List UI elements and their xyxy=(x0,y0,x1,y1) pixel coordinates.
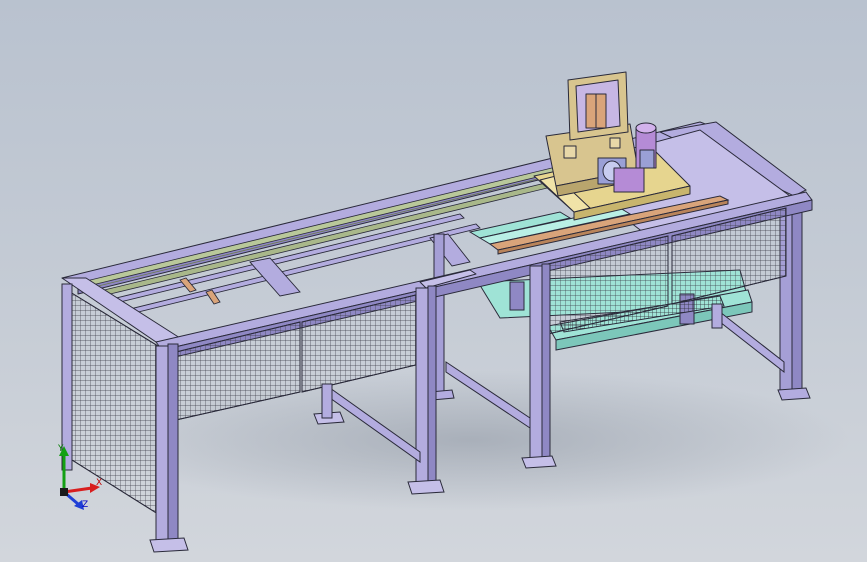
axis-z-label: Z xyxy=(82,500,89,510)
machine-frame-model xyxy=(61,71,850,553)
axis-y-label: Y xyxy=(58,444,64,454)
cad-viewport[interactable]: X Y Z xyxy=(0,0,867,562)
axis-x-label: X xyxy=(96,478,103,488)
